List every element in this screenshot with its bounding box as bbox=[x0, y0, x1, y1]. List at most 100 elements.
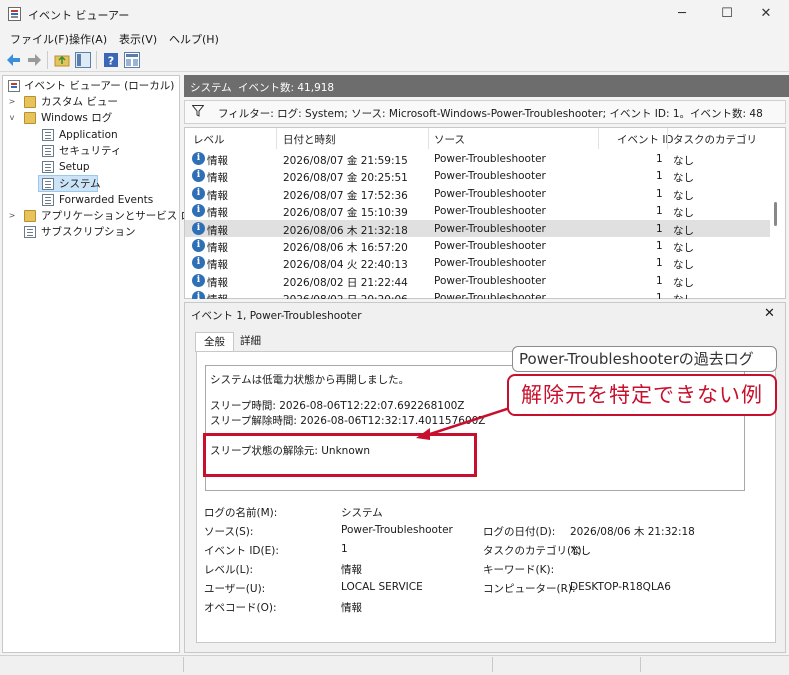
annotation-label: Power-Troubleshooterの過去ログ bbox=[512, 346, 777, 372]
back-arrow-icon[interactable] bbox=[6, 52, 22, 68]
tree-windows-logs-label: Windows ログ bbox=[41, 112, 113, 124]
field-user: LOCAL SERVICE bbox=[341, 581, 423, 593]
info-icon: i bbox=[192, 291, 205, 299]
log-icon bbox=[42, 194, 54, 206]
tree-custom-views[interactable]: > カスタム ビュー bbox=[8, 94, 178, 111]
detail-close-icon[interactable]: ✕ bbox=[764, 306, 775, 321]
folder-icon bbox=[24, 96, 36, 108]
tree-subscriptions[interactable]: サブスクリプション bbox=[8, 224, 178, 241]
tree-log-label: Setup bbox=[59, 161, 90, 173]
tree-log-application[interactable]: Application bbox=[40, 127, 174, 144]
tree-apps-services[interactable]: > アプリケーションとサービス ログ bbox=[7, 208, 202, 225]
event-row[interactable]: i 情報 2026/08/06 木 16:57:20 Power-Troublesho… bbox=[185, 237, 770, 255]
info-icon: i bbox=[192, 239, 205, 252]
event-level: 情報 bbox=[207, 292, 228, 299]
column-separator[interactable] bbox=[276, 128, 277, 149]
window-title: イベント ビューアー bbox=[28, 9, 130, 22]
chevron-right-icon[interactable]: > bbox=[7, 208, 17, 225]
menu-file[interactable]: ファイル(F) bbox=[10, 31, 69, 47]
event-level: 情報 bbox=[207, 172, 228, 185]
event-id: 1 bbox=[656, 292, 663, 299]
log-name: システム bbox=[190, 82, 232, 94]
column-separator[interactable] bbox=[667, 128, 668, 149]
event-row[interactable]: i 情報 2026/08/07 金 17:52:36 Power-Troublesho… bbox=[185, 185, 770, 203]
tab-details[interactable]: 詳細 bbox=[232, 332, 269, 352]
event-id: 1 bbox=[656, 240, 663, 252]
event-row[interactable]: i 情報 2026/08/04 火 22:40:13 Power-Troublesho… bbox=[185, 254, 770, 272]
field-log-name: システム bbox=[341, 507, 383, 519]
forward-arrow-icon[interactable] bbox=[26, 52, 42, 68]
event-source: Power-Troubleshooter bbox=[434, 187, 546, 200]
log-icon bbox=[42, 178, 54, 190]
detail-title: イベント 1, Power-Troubleshooter bbox=[191, 310, 362, 322]
event-row[interactable]: i情報 2026/08/02 日 20:20:06 Power-Troublesho… bbox=[185, 289, 770, 299]
field-logged: 2026/08/06 木 21:32:18 bbox=[570, 526, 695, 538]
event-category: なし bbox=[673, 207, 694, 220]
event-level: 情報 bbox=[207, 276, 228, 289]
minimize-button[interactable]: ─ bbox=[659, 0, 705, 28]
event-row[interactable]: i 情報 2026/08/07 金 20:25:51 Power-Troublesho… bbox=[185, 167, 770, 185]
column-source[interactable]: ソース bbox=[434, 132, 465, 147]
event-category: なし bbox=[673, 155, 694, 167]
tree-log-setup[interactable]: Setup bbox=[40, 159, 174, 176]
tree-root[interactable]: イベント ビューアー (ローカル) bbox=[8, 78, 178, 95]
event-source: Power-Troubleshooter bbox=[434, 274, 546, 287]
field-label: ログの名前(M): bbox=[204, 507, 278, 519]
event-datetime: 2026/08/07 金 20:25:51 bbox=[283, 172, 408, 185]
event-row[interactable]: i 情報 2026/08/07 金 21:59:15 Power-Troublesho… bbox=[185, 150, 770, 168]
event-level: 情報 bbox=[207, 155, 228, 167]
column-datetime[interactable]: 日付と時刻 bbox=[283, 132, 336, 147]
description-resume: システムは低電力状態から再開しました。 bbox=[210, 374, 410, 386]
toolbar-divider bbox=[47, 51, 48, 69]
event-datetime: 2026/08/04 火 22:40:13 bbox=[283, 259, 408, 272]
help-icon[interactable]: ? bbox=[103, 52, 119, 68]
subscription-icon bbox=[24, 226, 36, 238]
filter-text: フィルター: ログ: System; ソース: Microsoft-Window… bbox=[218, 108, 763, 120]
event-category: なし bbox=[673, 172, 694, 185]
menu-help[interactable]: ヘルプ(H) bbox=[169, 31, 219, 47]
event-level: 情報 bbox=[207, 207, 228, 220]
tree-log-security[interactable]: セキュリティ bbox=[40, 143, 174, 160]
field-level: 情報 bbox=[341, 564, 362, 576]
scrollbar-thumb[interactable] bbox=[774, 202, 777, 226]
tree-windows-logs[interactable]: v Windows ログ bbox=[8, 110, 178, 127]
column-separator[interactable] bbox=[428, 128, 429, 149]
folder-up-icon[interactable] bbox=[54, 52, 70, 68]
column-level[interactable]: レベル bbox=[193, 132, 225, 147]
field-label: オペコード(O): bbox=[204, 602, 277, 614]
column-separator[interactable] bbox=[598, 128, 599, 149]
event-source: Power-Troubleshooter bbox=[434, 257, 546, 270]
event-id: 1 bbox=[656, 257, 663, 270]
event-category: なし bbox=[673, 292, 694, 299]
tab-general[interactable]: 全般 bbox=[195, 332, 234, 352]
event-row[interactable]: i 情報 2026/08/02 日 21:22:44 Power-Troublesho… bbox=[185, 272, 770, 290]
field-label: ソース(S): bbox=[204, 526, 254, 538]
chevron-right-icon[interactable]: > bbox=[7, 94, 17, 111]
log-icon bbox=[42, 129, 54, 141]
menu-action[interactable]: 操作(A) bbox=[69, 31, 107, 47]
tree-log-system[interactable]: システム bbox=[38, 175, 101, 192]
action-pane-icon[interactable] bbox=[124, 52, 140, 68]
info-icon: i bbox=[192, 256, 205, 270]
show-pane-icon[interactable] bbox=[75, 52, 91, 68]
event-id: 1 bbox=[656, 170, 663, 183]
chevron-down-icon[interactable]: v bbox=[7, 110, 17, 127]
close-button[interactable]: ✕ bbox=[743, 0, 789, 28]
event-id: 1 bbox=[656, 274, 663, 287]
field-task: なし bbox=[570, 545, 591, 557]
folder-icon bbox=[24, 112, 36, 124]
event-datetime: 2026/08/02 日 20:20:06 bbox=[283, 292, 408, 299]
event-level: 情報 bbox=[207, 242, 228, 254]
event-id: 1 bbox=[656, 187, 663, 200]
toolbar-divider bbox=[96, 51, 97, 69]
column-task-category[interactable]: タスクのカテゴリ bbox=[673, 132, 757, 147]
event-row[interactable]: i 情報 2026/08/07 金 15:10:39 Power-Troublesho… bbox=[185, 202, 770, 220]
event-row[interactable]: i 情報 2026/08/06 木 21:32:18 Power-Troublesho… bbox=[185, 219, 770, 238]
svg-text:?: ? bbox=[108, 55, 114, 68]
event-level: 情報 bbox=[207, 259, 228, 272]
tree-log-forwarded[interactable]: Forwarded Events bbox=[40, 192, 174, 209]
event-datetime: 2026/08/07 金 17:52:36 bbox=[283, 189, 408, 202]
menu-view[interactable]: 表示(V) bbox=[119, 31, 157, 47]
event-source: Power-Troubleshooter bbox=[434, 153, 546, 165]
column-event-id[interactable]: イベント ID bbox=[617, 132, 674, 147]
